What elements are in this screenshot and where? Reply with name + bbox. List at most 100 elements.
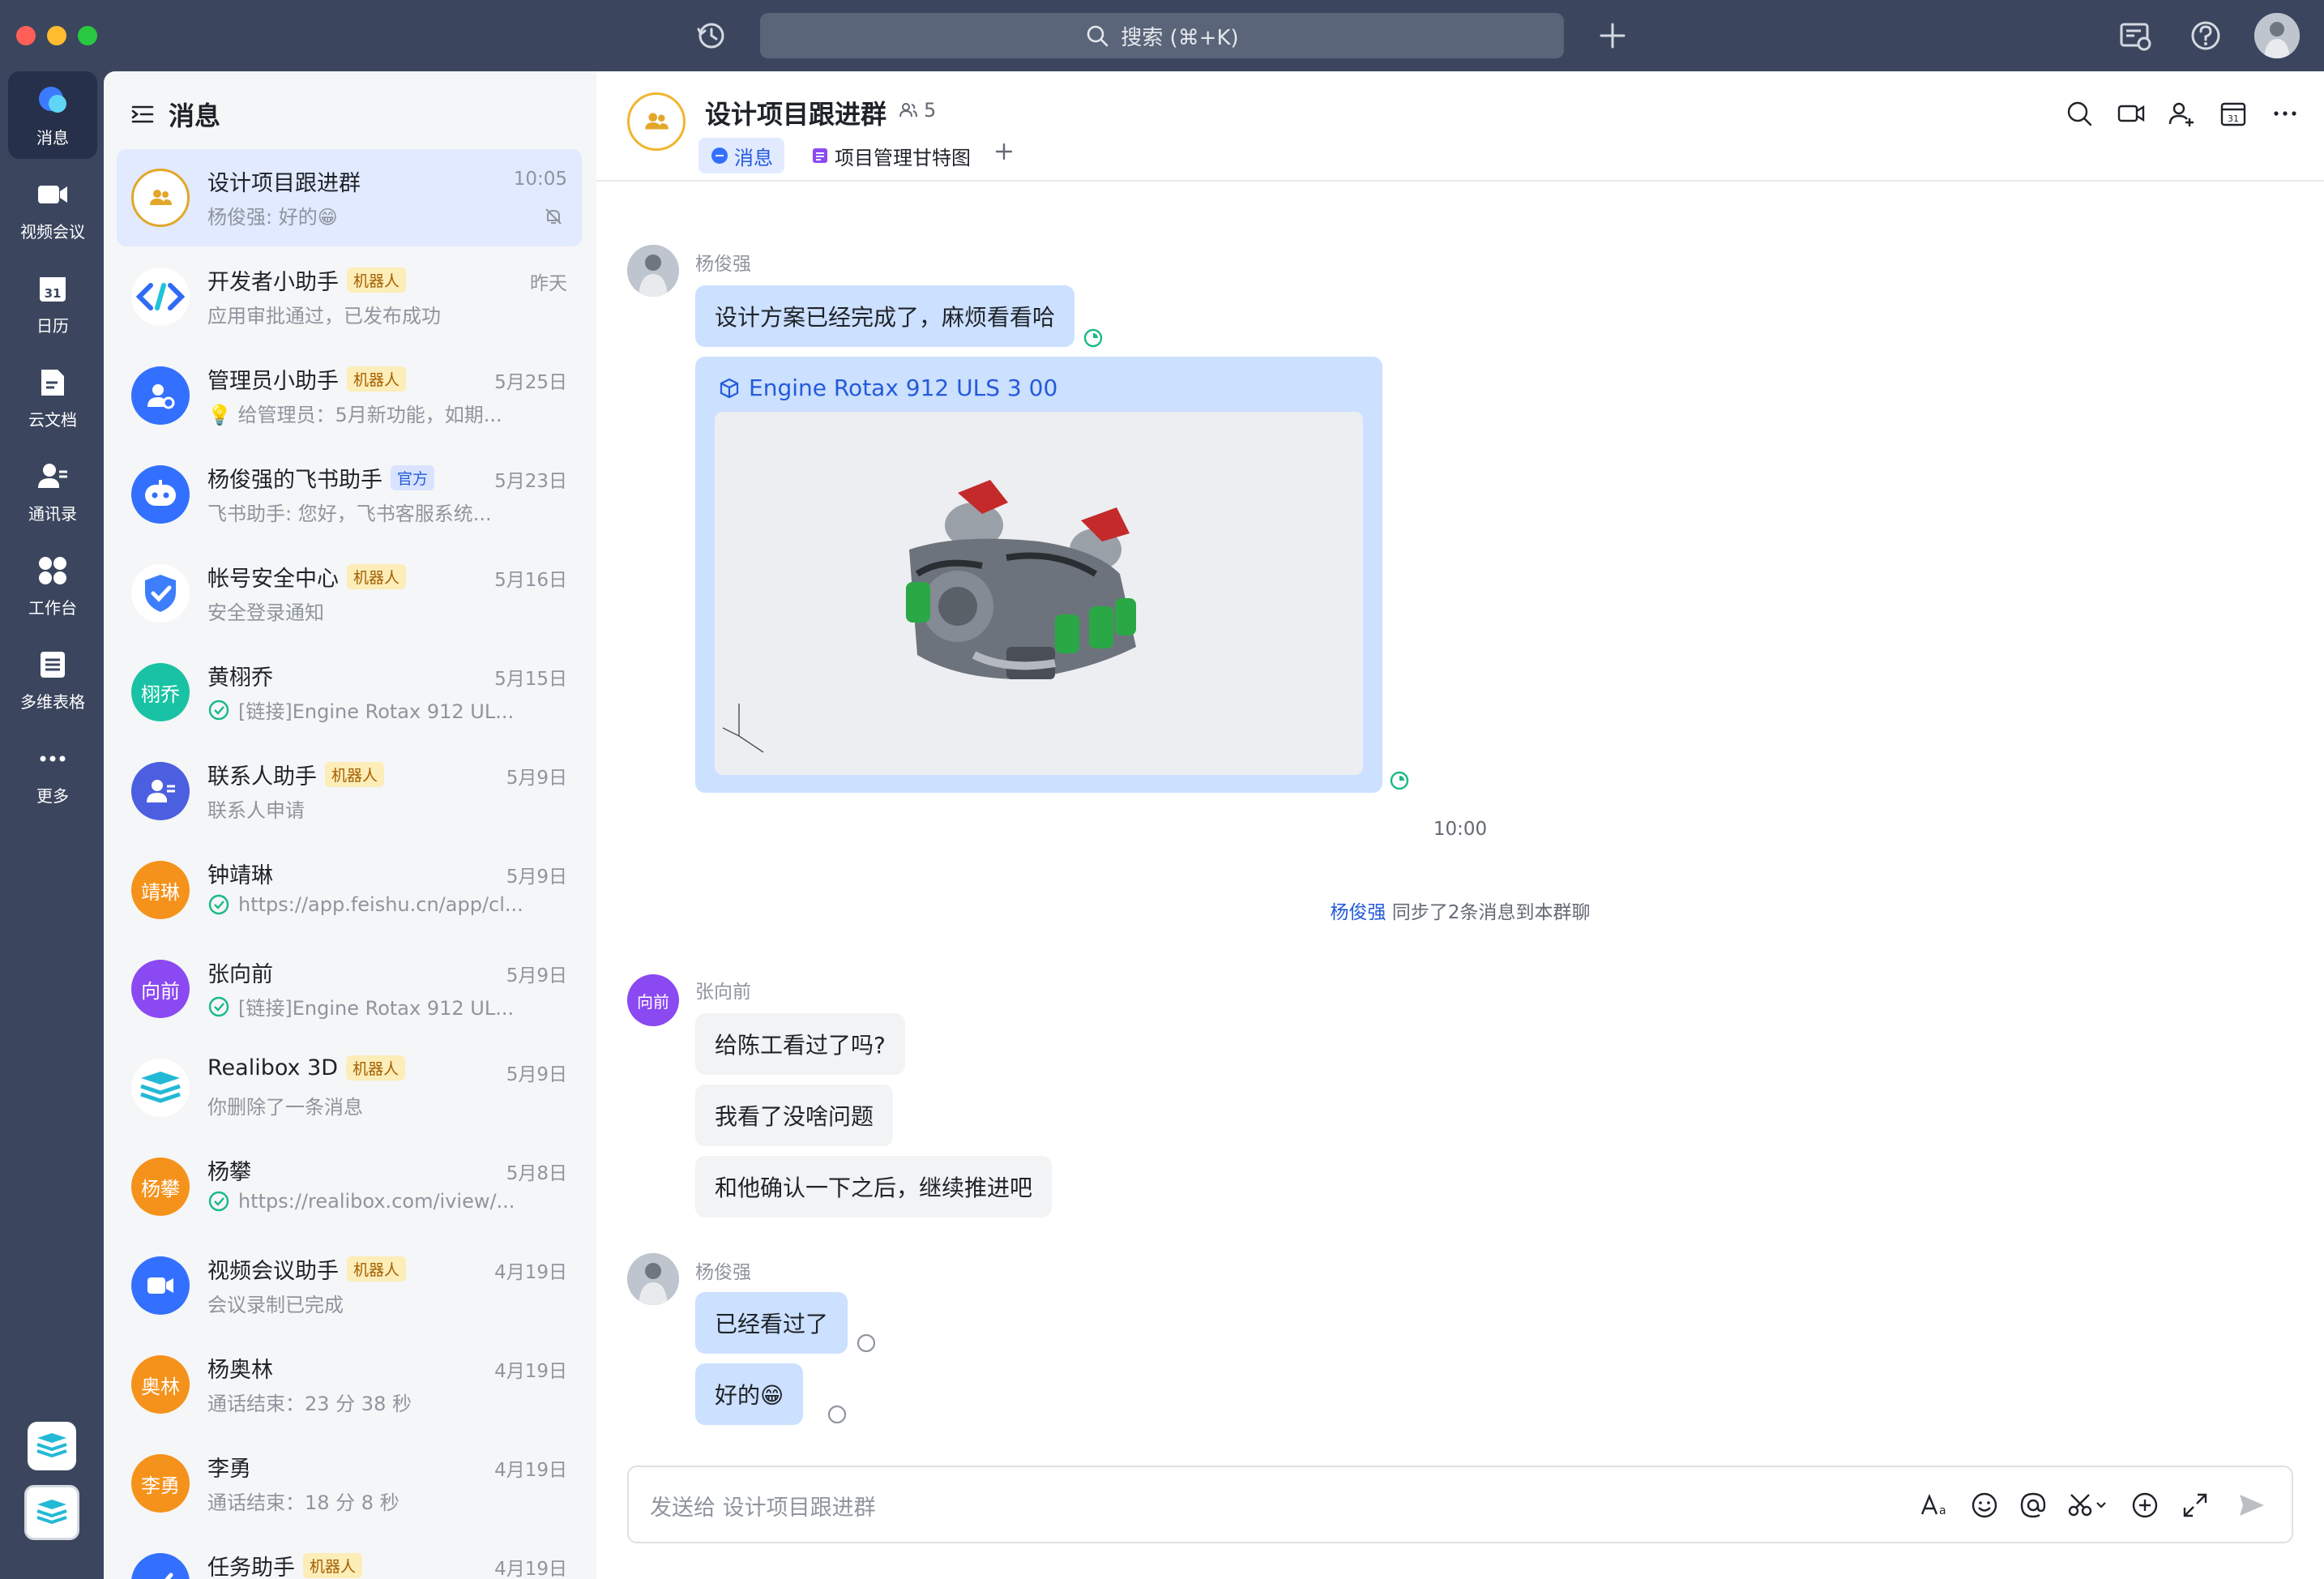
tab-gantt[interactable]: 项目管理甘特图: [799, 138, 982, 173]
screenshot-scissors-icon[interactable]: [2065, 1488, 2110, 1522]
nav-item-calendar[interactable]: 31 日历: [8, 259, 97, 347]
search-in-chat-icon[interactable]: [2063, 97, 2095, 130]
conversation-item[interactable]: 杨攀 杨攀 5月8日 https://realibox.com/iview/..…: [117, 1138, 582, 1235]
admin-assistant-avatar: [131, 366, 190, 425]
conversation-item[interactable]: 管理员小助手 机器人 5月25日 💡 给管理员：5月新功能，如期...: [117, 347, 582, 444]
security-center-avatar: [131, 564, 190, 623]
calendar-icon[interactable]: 31: [2217, 97, 2249, 130]
conversation-item[interactable]: 设计项目跟进群 10:05 杨俊强: 好的😁: [117, 149, 582, 246]
system-message-user[interactable]: 杨俊强: [1331, 902, 1386, 923]
emoji-icon[interactable]: [1967, 1488, 2001, 1522]
more-dots-icon: [40, 755, 66, 761]
nav-item-workspace[interactable]: 工作台: [8, 541, 97, 629]
nav-label: 日历: [36, 315, 69, 336]
user-avatar-photo-icon: [2254, 13, 2300, 58]
maximize-window-button[interactable]: [78, 26, 97, 45]
card-title[interactable]: Engine Rotax 912 ULS 3 00: [718, 374, 1057, 401]
svg-text:31: 31: [2228, 113, 2239, 124]
conversation-item[interactable]: 开发者小助手 机器人 昨天 应用审批通过，已发布成功: [117, 248, 582, 345]
group-icon: [645, 113, 669, 130]
conversation-time: 5月23日: [494, 471, 567, 492]
conversation-time: 4月19日: [494, 1460, 567, 1481]
nav-item-more[interactable]: 更多: [8, 730, 97, 817]
conversation-name: 帐号安全中心 机器人: [207, 561, 407, 593]
nav-item-contacts[interactable]: 通讯录: [8, 447, 97, 535]
conversation-item[interactable]: 向前 张向前 5月9日 [链接]Engine Rotax 912 UL...: [117, 940, 582, 1038]
nav-item-messages[interactable]: 消息: [8, 71, 97, 159]
conversation-item[interactable]: Realibox 3D 机器人 5月9日 你删除了一条消息: [117, 1039, 582, 1136]
conversation-time: 5月9日: [506, 867, 567, 888]
task-check-icon: [164, 1573, 173, 1579]
bot-tag: 机器人: [346, 1055, 406, 1080]
expand-composer-icon[interactable]: [2178, 1488, 2212, 1522]
message-bubble[interactable]: 和他确认一下之后，继续推进吧: [695, 1156, 1053, 1217]
conversation-item[interactable]: 杨俊强的飞书助手 官方 5月23日 飞书助手: 您好，飞书客服系统...: [117, 446, 582, 543]
message-bubble[interactable]: 设计方案已经完成了，麻烦看看哈: [695, 285, 1075, 347]
send-icon[interactable]: [2235, 1488, 2269, 1522]
chat-title[interactable]: 设计项目跟进群: [705, 94, 886, 131]
text-format-icon[interactable]: a: [1917, 1488, 1951, 1522]
message-composer[interactable]: 发送给 设计项目跟进群 a: [627, 1466, 2293, 1543]
avatar[interactable]: [627, 245, 679, 297]
conversation-item[interactable]: 帐号安全中心 机器人 5月16日 安全登录通知: [117, 545, 582, 642]
conversation-list-header: 消息: [130, 96, 220, 133]
composer-input[interactable]: 发送给 设计项目跟进群: [650, 1490, 876, 1521]
conversation-time: 昨天: [530, 273, 567, 294]
plus-icon[interactable]: [1595, 18, 1630, 53]
realibox-layers-icon: [36, 1433, 67, 1458]
conversation-time: 5月16日: [494, 570, 567, 591]
conversation-preview: 你删除了一条消息: [207, 1096, 363, 1119]
realibox-app-shortcut[interactable]: [28, 1422, 76, 1470]
conversation-name: 杨俊强的飞书助手 官方: [207, 462, 435, 494]
avatar[interactable]: 向前: [627, 974, 679, 1026]
tab-messages[interactable]: 消息: [698, 138, 784, 173]
add-tab-icon[interactable]: [992, 139, 1016, 164]
3d-model-viewport[interactable]: [715, 412, 1363, 775]
user-avatar[interactable]: [2254, 13, 2300, 58]
nav-item-cloud-docs[interactable]: 云文档: [8, 353, 97, 441]
video-call-icon[interactable]: [2115, 97, 2147, 130]
add-member-icon[interactable]: [2165, 97, 2198, 130]
conversation-item[interactable]: 奥林 杨奥林 4月19日 通话结束：23 分 38 秒: [117, 1336, 582, 1433]
conversation-item[interactable]: 联系人助手 机器人 5月9日 联系人申请: [117, 742, 582, 840]
global-search-bar[interactable]: 搜索 (⌘+K): [760, 13, 1564, 58]
message-bubble[interactable]: 我看了没啥问题: [695, 1085, 894, 1146]
conversation-preview: 会议录制已完成: [207, 1294, 344, 1316]
message-bubble[interactable]: 好的😁: [695, 1363, 804, 1425]
realibox-app-shortcut-active[interactable]: [24, 1485, 79, 1540]
nav-item-base[interactable]: 多维表格: [8, 635, 97, 723]
avatar[interactable]: [627, 1253, 679, 1305]
minimize-window-button[interactable]: [47, 26, 66, 45]
header-divider: [596, 180, 2324, 182]
conversation-item[interactable]: 栩乔 黄栩乔 5月15日 [链接]Engine Rotax 912 UL...: [117, 644, 582, 741]
message-bubble[interactable]: 给陈工看过了吗?: [695, 1013, 905, 1075]
member-count[interactable]: 5: [898, 99, 936, 122]
realibox-layers-icon: [36, 1500, 67, 1525]
conversation-item[interactable]: 靖琳 钟靖琳 5月9日 https://app.feishu.cn/app/cl…: [117, 841, 582, 939]
nav-item-video-meeting[interactable]: 视频会议: [8, 165, 97, 253]
conversation-item[interactable]: 任务助手 机器人 4月19日: [117, 1534, 582, 1579]
add-attachment-icon[interactable]: [2128, 1488, 2162, 1522]
history-icon[interactable]: [694, 18, 729, 53]
message-timestamp: 10:00: [1433, 819, 1488, 840]
nav-label: 通讯录: [28, 503, 77, 524]
realibox-layers-icon: [140, 1072, 181, 1103]
group-avatar[interactable]: [627, 92, 686, 151]
robot-icon: [145, 480, 176, 506]
model-share-card[interactable]: Engine Rotax 912 ULS 3 00: [695, 357, 1382, 793]
more-options-icon[interactable]: [2269, 97, 2301, 130]
conversation-item[interactable]: 视频会议助手 机器人 4月19日 会议录制已完成: [117, 1237, 582, 1334]
mention-icon[interactable]: [2016, 1488, 2050, 1522]
conversation-time: 4月19日: [494, 1559, 567, 1579]
realibox-avatar: [131, 1059, 190, 1117]
collapse-sidebar-icon[interactable]: [130, 101, 156, 127]
read-check-icon: [208, 1191, 229, 1212]
help-icon[interactable]: [2188, 18, 2224, 53]
conversation-item[interactable]: 李勇 李勇 4月19日 通话结束：18 分 8 秒: [117, 1435, 582, 1532]
read-status-icon: [1390, 771, 1409, 790]
notification-center-icon[interactable]: [2117, 18, 2154, 55]
conversation-name: 李勇: [207, 1457, 251, 1482]
message-bubble[interactable]: 已经看过了: [695, 1292, 848, 1354]
close-window-button[interactable]: [16, 26, 36, 45]
official-tag: 官方: [391, 465, 435, 490]
